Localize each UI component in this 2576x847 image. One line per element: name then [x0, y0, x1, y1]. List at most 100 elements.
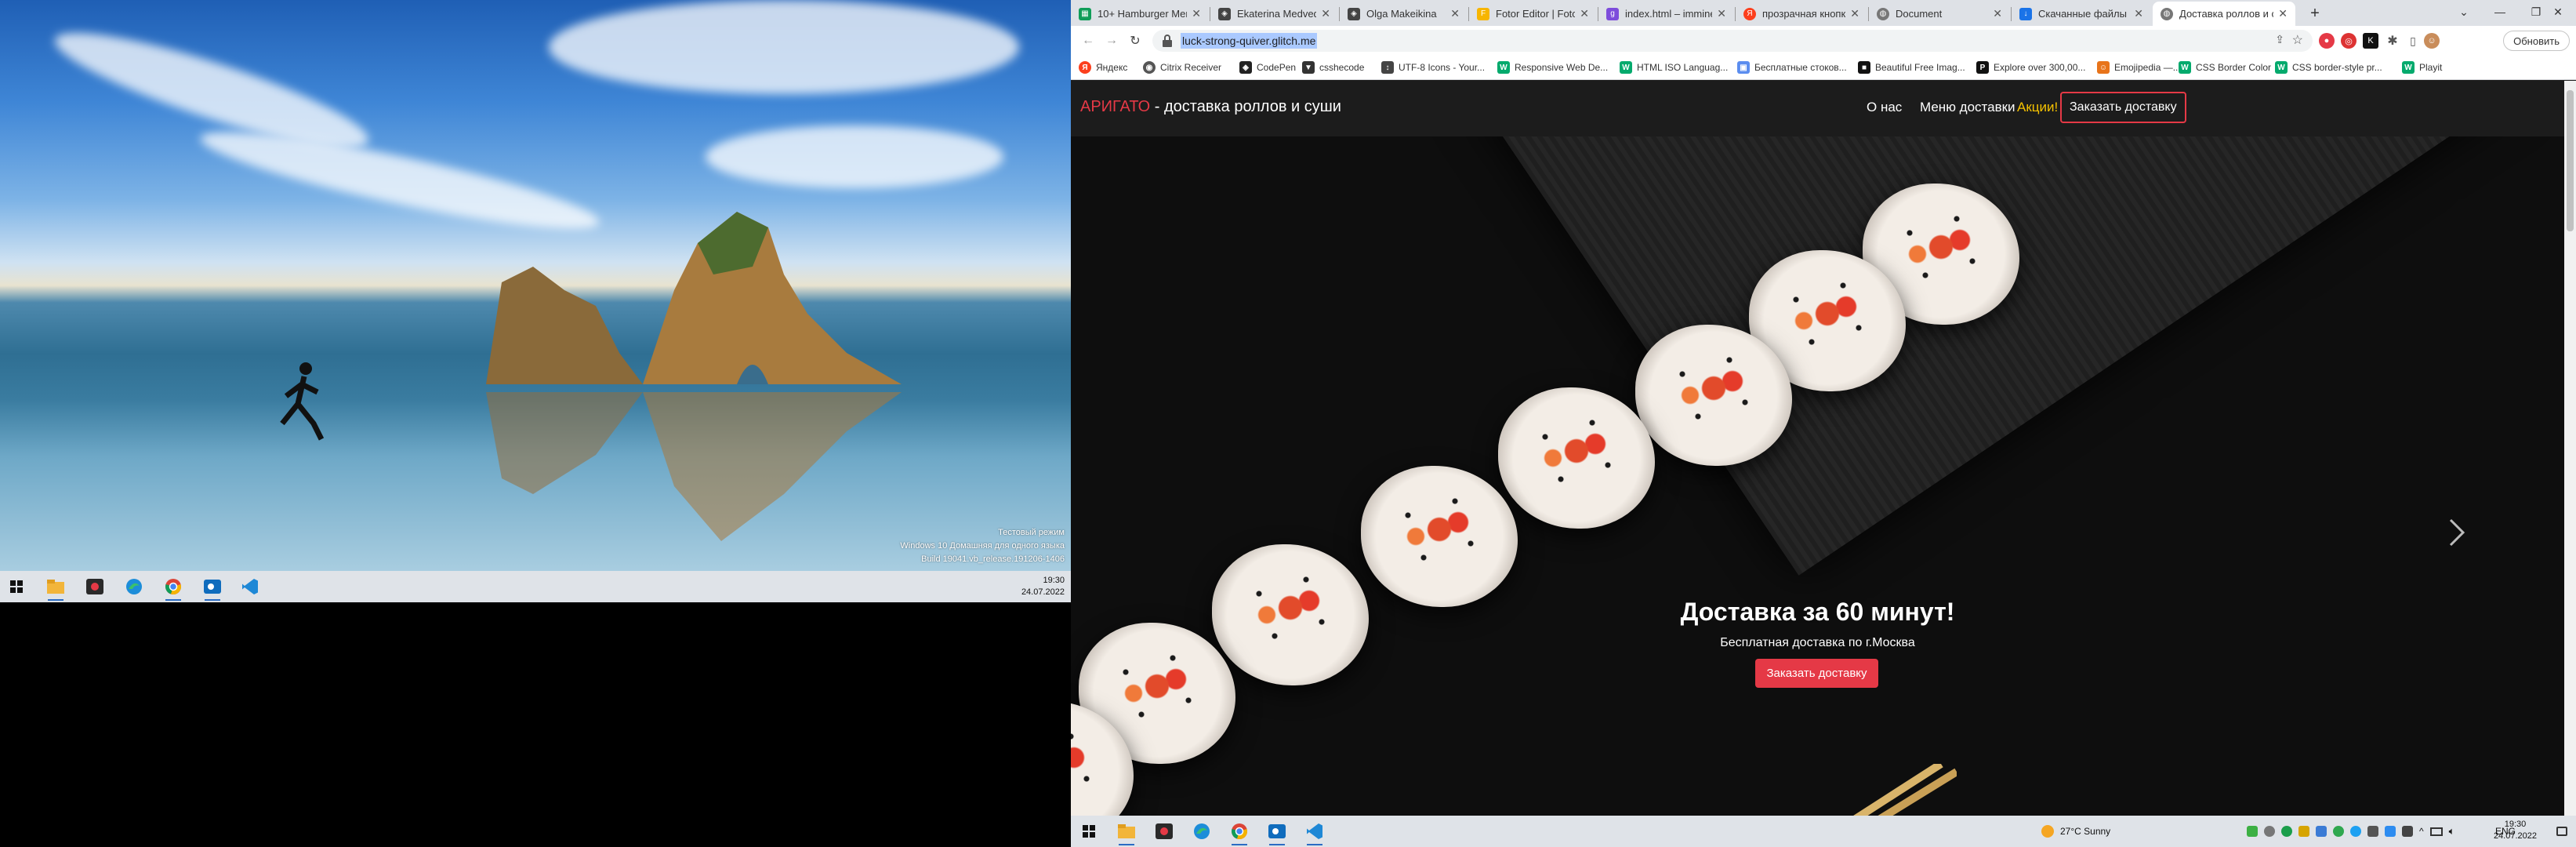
avatar[interactable]: ☺ — [2424, 33, 2440, 49]
tab-ekaterina[interactable]: ◈ Ekaterina Medvedeva ✕ — [1210, 2, 1338, 26]
media-app-icon[interactable] — [85, 577, 105, 596]
weather-widget[interactable]: 27°C Sunny — [2041, 823, 2110, 839]
edge-icon[interactable] — [1192, 822, 1212, 841]
url-text[interactable]: luck-strong-quiver.glitch.me — [1181, 33, 1318, 49]
vscode-icon[interactable] — [240, 577, 260, 596]
bookmark-utf8[interactable]: ↕ UTF-8 Icons - Your... — [1381, 60, 1485, 75]
edge-icon[interactable] — [124, 577, 144, 596]
monitor-icon[interactable] — [2429, 827, 2443, 836]
brand-accent: АРИГАТО — [1080, 98, 1151, 115]
tray-app-icon[interactable] — [2298, 826, 2309, 837]
chevron-up-icon[interactable]: ^ — [2419, 826, 2424, 837]
windows-start-icon[interactable] — [1079, 822, 1099, 841]
tray-app-icon[interactable] — [2402, 826, 2413, 837]
bookmark-csshecode[interactable]: ▼ csshecode — [1302, 60, 1364, 75]
bookmark-emojipedia[interactable]: ☺ Emojipedia —... — [2097, 60, 2181, 75]
bookmark-label: HTML ISO Languag... — [1637, 62, 1729, 73]
outlook-icon[interactable] — [1267, 822, 1287, 845]
scrollbar-thumb[interactable] — [2567, 90, 2574, 231]
tab-document[interactable]: ◍ Document ✕ — [1869, 2, 2010, 26]
reload-button[interactable]: ↻ — [1126, 31, 1145, 50]
extension-red-icon[interactable]: ● — [2319, 33, 2335, 49]
close-window-button[interactable]: ✕ — [2540, 0, 2576, 24]
nav-promo[interactable]: Акции! — [2017, 100, 2058, 115]
extension-target-icon[interactable]: ◎ — [2341, 33, 2356, 49]
close-icon[interactable]: ✕ — [2278, 7, 2288, 20]
download-icon: ↓ — [2019, 7, 2032, 20]
close-icon[interactable]: ✕ — [1850, 7, 1859, 20]
close-icon[interactable]: ✕ — [1450, 7, 1460, 20]
tray-app-icon[interactable] — [2367, 826, 2378, 837]
speaker-icon[interactable]: 🔈︎ — [2449, 825, 2455, 838]
left-clock[interactable]: 19:30 24.07.2022 — [1021, 575, 1065, 598]
right-clock[interactable]: 19:30 24.07.2022 — [2494, 819, 2537, 842]
tab-hamburger-menu[interactable]: ▦ 10+ Hamburger Men ✕ — [1071, 2, 1209, 26]
bookmark-codepen[interactable]: ◈ CodePen — [1239, 60, 1296, 75]
bookmark-html-iso[interactable]: W HTML ISO Languag... — [1620, 60, 1728, 75]
bookmark-css-border-color[interactable]: W CSS Border Color — [2179, 60, 2271, 75]
bookmark-stock-photos[interactable]: ▣ Бесплатные стоков... — [1737, 60, 1847, 75]
bookmark-css-border-style[interactable]: W CSS border-style pr... — [2275, 60, 2382, 75]
bookmark-citrix[interactable]: ◉ Citrix Receiver — [1143, 60, 1221, 75]
bookmark-responsive[interactable]: W Responsive Web De... — [1497, 60, 1608, 75]
chrome-icon[interactable] — [1229, 822, 1250, 845]
chevron-down-icon[interactable]: ⌄ — [2446, 0, 2482, 24]
tray-app-icon[interactable] — [2316, 826, 2327, 837]
close-icon[interactable]: ✕ — [1717, 7, 1726, 20]
outlook-icon[interactable] — [202, 577, 223, 601]
nav-menu[interactable]: Меню доставки — [1920, 100, 2015, 115]
tab-sushi-delivery[interactable]: ◍ Доставка роллов и с ✕ — [2153, 2, 2295, 26]
tray-app-icon[interactable] — [2281, 826, 2292, 837]
emojipedia-icon: ☺ — [2097, 61, 2110, 74]
file-explorer-icon[interactable] — [45, 577, 66, 601]
bookmark-yandex[interactable]: Я Яндекс — [1079, 60, 1127, 75]
update-button[interactable]: Обновить — [2503, 31, 2570, 51]
pexels-icon: P — [1976, 61, 1989, 74]
address-bar[interactable]: luck-strong-quiver.glitch.me ⇪ ☆ — [1152, 30, 2313, 52]
star-icon[interactable]: ☆ — [2292, 32, 2303, 48]
tray-app-icon[interactable] — [2350, 826, 2361, 837]
tray-app-icon[interactable] — [2333, 826, 2344, 837]
page-scrollbar[interactable] — [2564, 81, 2576, 816]
chevron-right-icon[interactable] — [2444, 517, 2468, 548]
hero-order-button[interactable]: Заказать доставку — [1755, 659, 1878, 688]
close-icon[interactable]: ✕ — [1993, 7, 2002, 20]
extension-k-icon[interactable]: K — [2363, 33, 2378, 49]
w3schools-icon: W — [2275, 61, 2288, 74]
sushi-roll-image — [1498, 387, 1655, 529]
bookmark-unsplash[interactable]: ■ Beautiful Free Imag... — [1858, 60, 1965, 75]
chrome-icon[interactable] — [163, 577, 183, 601]
tab-fotor[interactable]: F Fotor Editor | Fotor ✕ — [1469, 2, 1597, 26]
close-icon[interactable]: ✕ — [1321, 7, 1330, 20]
tab-olga[interactable]: ◈ Olga Makeikina ✕ — [1340, 2, 1468, 26]
vscode-icon[interactable] — [1304, 822, 1325, 845]
close-icon[interactable]: ✕ — [1192, 7, 1201, 20]
tray-app-icon[interactable] — [2247, 826, 2258, 837]
windows-start-icon[interactable] — [6, 577, 27, 596]
tab-glitch-index[interactable]: g index.html – immine ✕ — [1598, 2, 1734, 26]
bookmark-pexels[interactable]: P Explore over 300,00... — [1976, 60, 2085, 75]
puzzle-icon[interactable]: ✱ — [2385, 33, 2400, 49]
update-label: Обновить — [2513, 35, 2560, 47]
forward-button[interactable]: → — [1102, 31, 1121, 50]
new-tab-button[interactable]: + — [2303, 2, 2327, 26]
close-icon[interactable]: ✕ — [2134, 7, 2143, 20]
share-icon[interactable]: ⇪ — [2275, 33, 2284, 46]
tab-downloads[interactable]: ↓ Скачанные файлы ✕ — [2012, 2, 2151, 26]
notification-icon[interactable] — [2556, 823, 2567, 839]
tray-app-icon[interactable] — [2385, 826, 2396, 837]
side-panel-icon[interactable]: ▯ — [2405, 33, 2421, 49]
file-explorer-icon[interactable] — [1116, 822, 1137, 845]
close-icon[interactable]: ✕ — [1580, 7, 1589, 20]
nav-order-button[interactable]: Заказать доставку — [2060, 92, 2186, 123]
site-brand[interactable]: АРИГАТО - доставка роллов и суши — [1080, 98, 1341, 116]
tab-yandex-search[interactable]: Я прозрачная кнопка ✕ — [1736, 2, 1867, 26]
media-app-icon[interactable] — [1154, 822, 1174, 841]
tab-label: Fotor Editor | Fotor — [1496, 8, 1576, 20]
tray-app-icon[interactable] — [2264, 826, 2275, 837]
sun-icon — [2041, 825, 2054, 838]
minimize-button[interactable]: — — [2482, 0, 2518, 24]
nav-about[interactable]: О нас — [1867, 100, 1902, 115]
bookmark-playit[interactable]: W Playit — [2402, 60, 2442, 75]
back-button[interactable]: ← — [1079, 31, 1098, 50]
